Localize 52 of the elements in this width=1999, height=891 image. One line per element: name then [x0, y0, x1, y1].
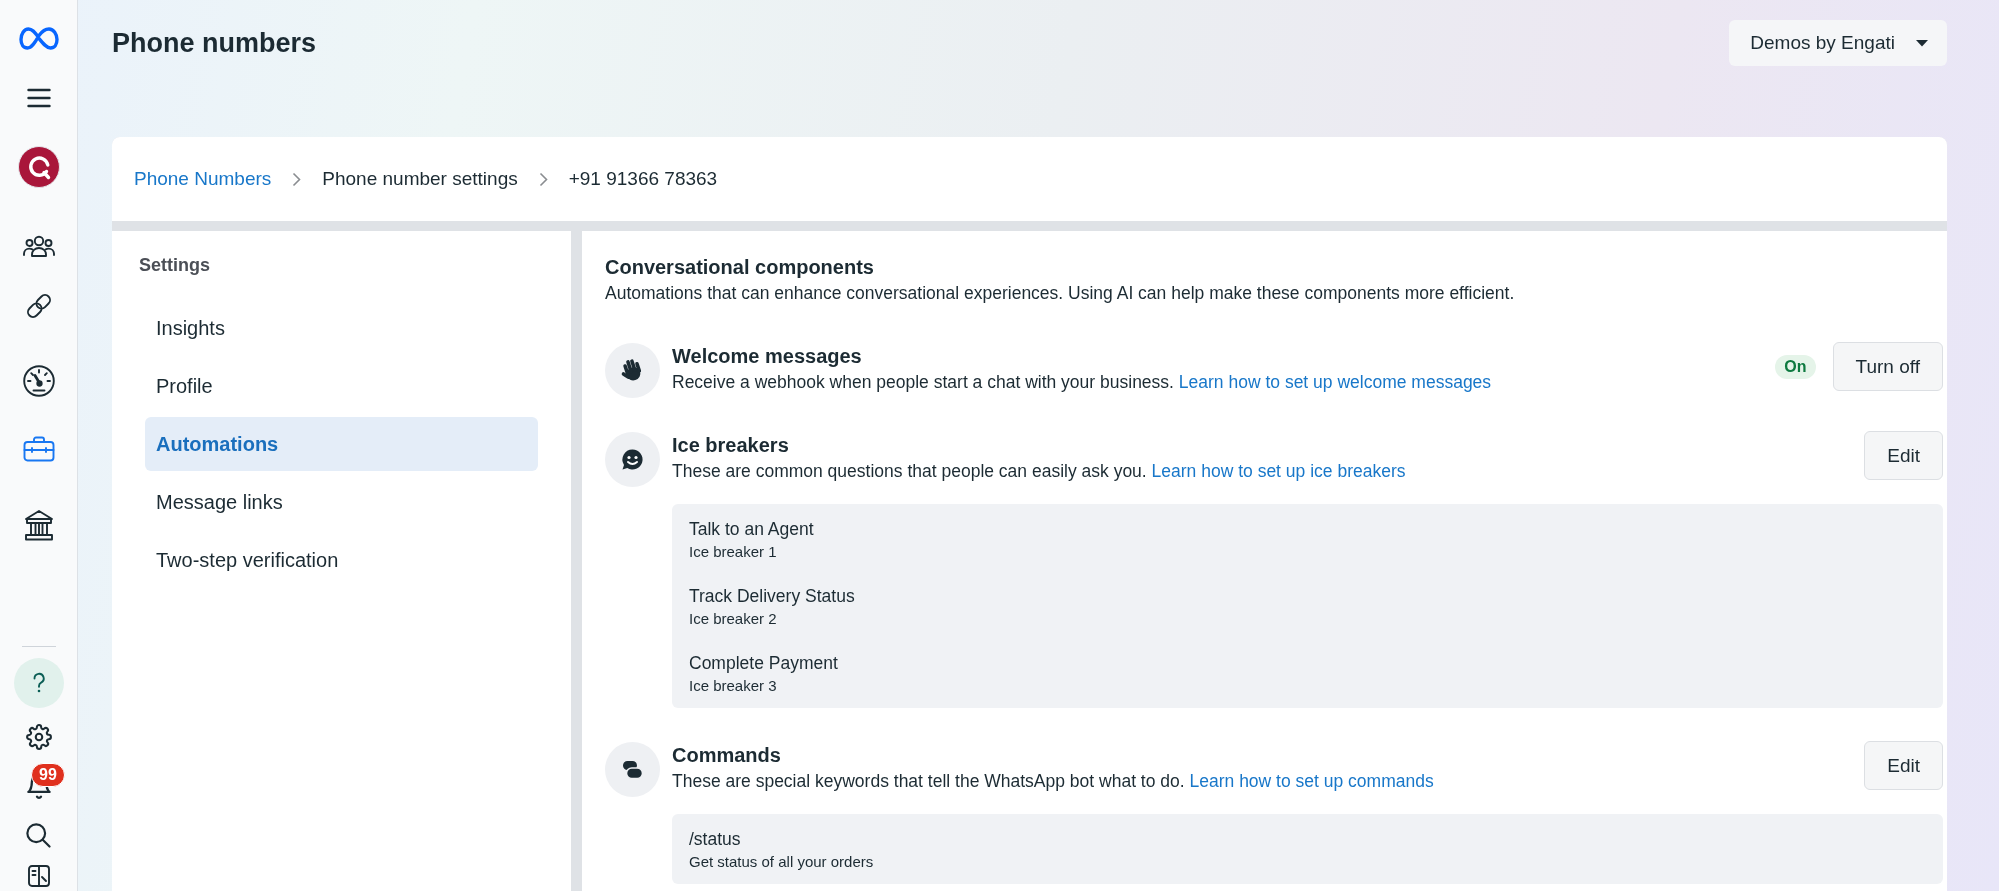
- entry-caption: Ice breaker 2: [689, 609, 777, 629]
- menu-icon[interactable]: [26, 88, 51, 108]
- people-icon[interactable]: [22, 235, 55, 257]
- section-title: Conversational components: [605, 255, 874, 280]
- gauge-icon[interactable]: [22, 365, 55, 397]
- component-title: Welcome messages: [672, 344, 862, 369]
- settings-nav-item[interactable]: Profile: [145, 359, 538, 413]
- entry-caption: Get status of all your orders: [689, 852, 874, 872]
- entry-title: Complete Payment: [689, 652, 838, 675]
- settings-nav-item[interactable]: Two-step verification: [145, 533, 538, 587]
- document-icon[interactable]: [26, 864, 51, 888]
- search-icon[interactable]: [26, 822, 51, 848]
- page-title: Phone numbers: [112, 27, 317, 60]
- help-link[interactable]: Learn how to set up welcome messages: [1178, 372, 1492, 392]
- entry-title: Talk to an Agent: [689, 518, 814, 541]
- status-badge: On: [1775, 354, 1816, 379]
- entry-caption: Ice breaker 3: [689, 676, 777, 696]
- infinity-logo-icon[interactable]: [18, 26, 59, 50]
- action-button[interactable]: Turn off: [1832, 342, 1943, 391]
- briefcase-icon[interactable]: [22, 436, 55, 462]
- avatar-icon[interactable]: [17, 146, 60, 188]
- breadcrumb-link[interactable]: Phone Numbers: [134, 168, 272, 190]
- component-title: Ice breakers: [672, 433, 789, 458]
- help-link[interactable]: Learn how to set up commands: [1189, 771, 1434, 791]
- breadcrumb-item: +91 91366 78363: [568, 168, 718, 190]
- settings-nav-item[interactable]: Automations: [145, 417, 538, 471]
- building-icon[interactable]: [23, 509, 54, 541]
- entry-title: /status: [689, 828, 741, 851]
- breadcrumb-item: Phone number settings: [322, 168, 518, 190]
- settings-nav-item[interactable]: Message links: [145, 475, 538, 529]
- account-dropdown[interactable]: Demos by Engati: [1729, 20, 1947, 66]
- smiley-chat-icon: [605, 432, 660, 487]
- section-heading: Settings: [139, 254, 210, 277]
- chevron-icon: [292, 171, 302, 187]
- section-description: Automations that can enhance conversational experiences. Using AI can help make these components more efficient.: [605, 282, 1515, 305]
- component-title: Commands: [672, 743, 781, 768]
- caret-icon: [1915, 39, 1929, 47]
- help-icon[interactable]: [13, 658, 64, 708]
- component-description: These are common questions that people can easily ask you. Learn how to set up ice breakers: [672, 460, 1406, 483]
- entry-caption: Ice breaker 1: [689, 542, 777, 562]
- component-description: These are special keywords that tell the WhatsApp bot what to do. Learn how to set up commands: [672, 770, 1434, 793]
- settings-nav-item[interactable]: Insights: [145, 301, 538, 355]
- entry-title: Track Delivery Status: [689, 585, 855, 608]
- chevron-icon: [538, 171, 548, 187]
- help-link[interactable]: Learn how to set up ice breakers: [1151, 461, 1406, 481]
- notification-badge: 99: [31, 763, 65, 787]
- component-description: Receive a webhook when people start a chat with your business. Learn how to set up welcome messages: [672, 371, 1492, 394]
- action-button[interactable]: Edit: [1864, 431, 1943, 480]
- waving-hand-icon: [605, 343, 660, 398]
- action-button[interactable]: Edit: [1864, 741, 1943, 790]
- stacked-bubbles-icon: [605, 742, 660, 797]
- settings-icon[interactable]: [25, 724, 52, 750]
